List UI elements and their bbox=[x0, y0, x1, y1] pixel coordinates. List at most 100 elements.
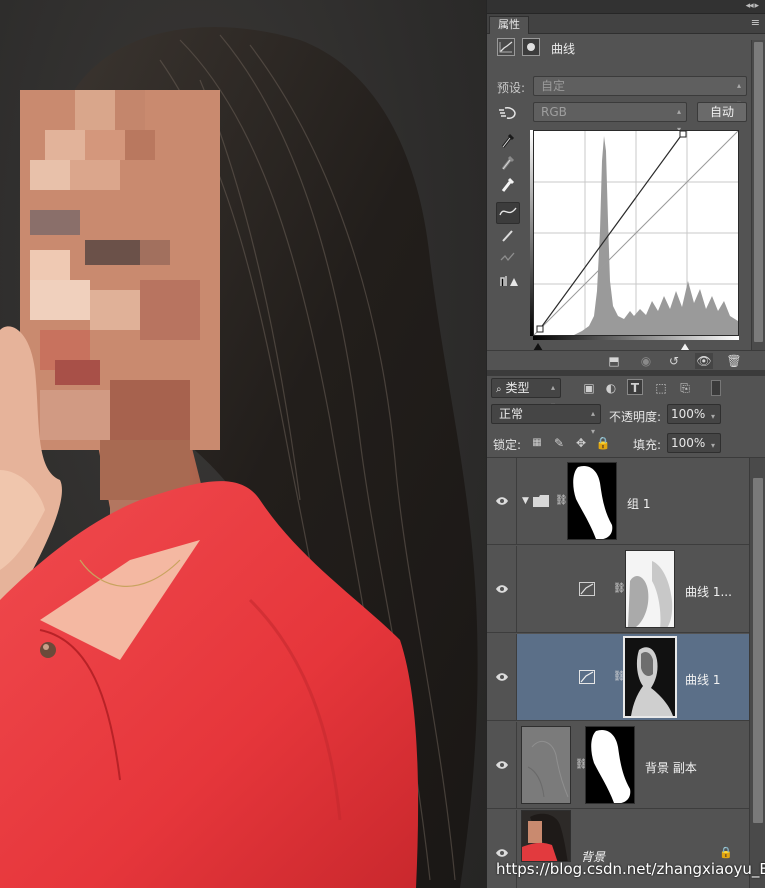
properties-scrollbar[interactable] bbox=[751, 40, 765, 350]
reset-icon[interactable]: ↺ bbox=[665, 353, 683, 369]
curves-adjustment-icon bbox=[579, 670, 595, 687]
lock-all-icon[interactable]: 🔒 bbox=[595, 435, 611, 451]
gray-point-eyedropper-icon[interactable] bbox=[496, 154, 520, 176]
opacity-input[interactable]: 100% ▾ bbox=[667, 404, 721, 424]
curves-graph[interactable] bbox=[533, 130, 739, 336]
mask-link-icon[interactable]: ⛓ bbox=[555, 494, 568, 508]
collapse-panels-icon[interactable]: ◂◂ ▸ bbox=[746, 1, 759, 11]
preset-value: 自定 bbox=[541, 79, 566, 93]
eye-icon bbox=[496, 761, 508, 769]
chevron-down-icon: ▾ bbox=[710, 441, 715, 450]
black-point-eyedropper-icon[interactable] bbox=[496, 132, 520, 154]
preset-select[interactable]: 自定 ▴▾ bbox=[533, 76, 747, 108]
eye-icon bbox=[496, 673, 508, 681]
fill-input[interactable]: 100% ▾ bbox=[667, 433, 721, 453]
properties-header: 曲线 bbox=[497, 38, 575, 60]
layer-name: 组 1 bbox=[627, 497, 651, 511]
auto-button[interactable]: 自动 bbox=[697, 102, 747, 122]
background-layer-thumbnail bbox=[521, 810, 571, 862]
filter-smart-object-icon[interactable]: ⎘ bbox=[677, 380, 693, 396]
curves-mask-thumbnail-selected bbox=[623, 636, 677, 718]
properties-tab-bar: 属性 ≡ bbox=[487, 14, 765, 34]
curves-mask-thumbnail bbox=[625, 550, 675, 628]
clip-to-layer-icon[interactable]: ⬒ bbox=[605, 353, 623, 369]
filter-type-icon[interactable]: T bbox=[627, 379, 643, 395]
properties-footer: ⬒ ◉ ↺ 👁 🗑 bbox=[487, 350, 765, 370]
layers-scrollbar[interactable] bbox=[749, 458, 765, 888]
pencil-draw-icon[interactable] bbox=[496, 226, 520, 248]
lock-position-icon[interactable]: ✥ bbox=[573, 435, 589, 451]
high-pass-layer-thumbnail bbox=[521, 726, 571, 804]
eye-icon bbox=[496, 585, 508, 593]
fill-label: 填充: bbox=[633, 438, 662, 452]
mask-link-icon[interactable]: ⛓ bbox=[613, 670, 626, 684]
layer-row-group-1[interactable]: ▼ ⛓ 组 1 bbox=[487, 458, 749, 545]
blend-mode-value: 正常 bbox=[499, 407, 524, 421]
eye-icon bbox=[496, 497, 508, 505]
layer-name: 曲线 1... bbox=[685, 585, 732, 599]
fill-value: 100% bbox=[671, 436, 706, 450]
mask-link-icon[interactable]: ⛓ bbox=[613, 582, 626, 596]
layers-lock-row: 锁定: ▦ ✎ ✥ 🔒 填充: 100% ▾ bbox=[487, 430, 765, 458]
filter-toggle-switch[interactable] bbox=[711, 380, 721, 396]
portrait-photo bbox=[0, 27, 478, 888]
layer-name: 曲线 1 bbox=[685, 673, 721, 687]
layers-list: ▼ ⛓ 组 1 ⛓ 曲线 1... ⛓ 曲线 1 ⛓ 背景 副本 背景 🔒 bbox=[487, 458, 749, 888]
layer-filter-kind-select[interactable]: ⌕ 类型 ▴▾ bbox=[491, 378, 561, 410]
layers-filter-row: ⌕ 类型 ▴▾ ▣ ◐ T ⬚ ⎘ bbox=[487, 376, 765, 410]
clipping-warning-icon[interactable] bbox=[496, 272, 520, 294]
group-mask-thumbnail bbox=[567, 462, 617, 540]
layer-filter-kind-value: 类型 bbox=[505, 381, 530, 395]
watermark-text: https://blog.csdn.net/zhangxiaoyu_BK bbox=[496, 860, 765, 878]
panel-menu-icon[interactable]: ≡ bbox=[751, 17, 760, 29]
curve-point-white bbox=[679, 130, 687, 138]
folder-icon bbox=[533, 495, 549, 510]
layer-visibility-toggle[interactable] bbox=[487, 634, 517, 720]
input-gradient-bar bbox=[533, 336, 739, 340]
mask-link-icon[interactable]: ⛓ bbox=[575, 758, 588, 772]
panel-dock-header: ◂◂ ▸ bbox=[487, 0, 765, 14]
delete-trash-icon[interactable]: 🗑 bbox=[725, 353, 743, 369]
channel-select[interactable]: RGB ▴▾ bbox=[533, 102, 687, 134]
lock-transparent-pixels-icon[interactable]: ▦ bbox=[529, 435, 545, 451]
expand-triangle-icon[interactable]: ▼ bbox=[522, 496, 529, 506]
filter-adjustment-icon[interactable]: ◐ bbox=[603, 380, 619, 396]
layer-row-curves-1[interactable]: ⛓ 曲线 1 bbox=[487, 634, 749, 721]
filter-shape-icon[interactable]: ⬚ bbox=[653, 380, 669, 396]
lock-image-pixels-icon[interactable]: ✎ bbox=[551, 435, 567, 451]
curves-graph-svg bbox=[533, 130, 739, 336]
opacity-value: 100% bbox=[671, 407, 706, 421]
white-point-eyedropper-icon[interactable] bbox=[496, 176, 520, 198]
on-image-adjust-hand-icon[interactable] bbox=[497, 104, 521, 122]
properties-title: 曲线 bbox=[551, 42, 576, 56]
properties-scroll-thumb[interactable] bbox=[754, 42, 763, 342]
tab-properties[interactable]: 属性 bbox=[489, 16, 529, 34]
channel-value: RGB bbox=[541, 105, 567, 119]
layer-visibility-toggle[interactable] bbox=[487, 458, 517, 544]
background-copy-mask-thumbnail bbox=[585, 726, 635, 804]
filter-pixel-icon[interactable]: ▣ bbox=[581, 380, 597, 396]
curve-point-black bbox=[536, 325, 544, 333]
layer-mask-icon[interactable] bbox=[521, 38, 540, 56]
layer-visibility-toggle[interactable] bbox=[487, 546, 517, 632]
search-icon: ⌕ bbox=[496, 384, 502, 395]
layers-blend-row: 正常 ▴ ▾ 不透明度: 100% ▾ bbox=[487, 402, 765, 436]
layers-scroll-thumb[interactable] bbox=[753, 478, 763, 823]
layer-locked-icon: 🔒 bbox=[719, 846, 733, 859]
layer-row-curves-1-copy[interactable]: ⛓ 曲线 1... bbox=[487, 546, 749, 633]
document-canvas[interactable] bbox=[0, 0, 486, 888]
layer-visibility-toggle[interactable] bbox=[487, 722, 517, 808]
visibility-eye-icon[interactable]: 👁 bbox=[695, 353, 713, 369]
layer-row-background-copy[interactable]: ⛓ 背景 副本 bbox=[487, 722, 749, 809]
smooth-curve-icon[interactable] bbox=[496, 248, 520, 270]
tab-properties-label: 属性 bbox=[498, 18, 520, 31]
curves-adjustment-icon[interactable] bbox=[497, 38, 515, 56]
preset-label: 预设: bbox=[497, 81, 526, 95]
eye-icon bbox=[496, 849, 508, 857]
view-previous-state-icon[interactable]: ◉ bbox=[637, 353, 655, 369]
layer-name: 背景 副本 bbox=[645, 761, 697, 775]
lock-label: 锁定: bbox=[493, 438, 522, 452]
curve-points-tool-icon[interactable] bbox=[496, 202, 520, 224]
blend-mode-select[interactable]: 正常 ▴ ▾ bbox=[491, 404, 601, 436]
chevron-down-icon: ▾ bbox=[710, 412, 715, 421]
